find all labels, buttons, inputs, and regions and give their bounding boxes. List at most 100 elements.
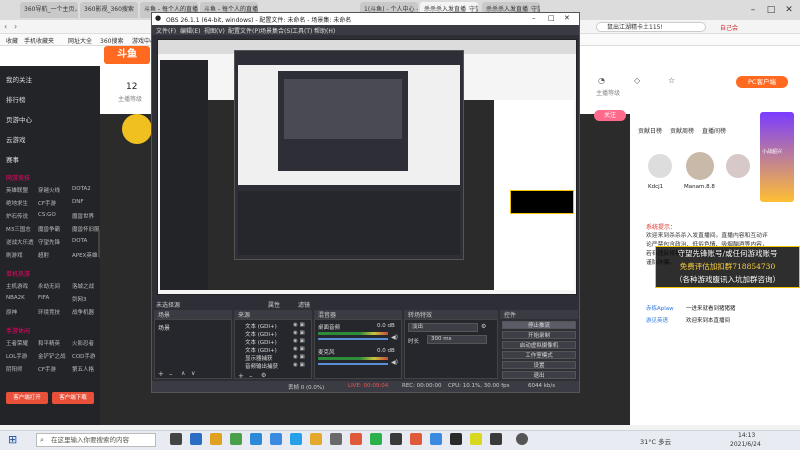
eye-icon[interactable]: ◉ ▣ [293,338,305,344]
sidebar-item-cloudgame[interactable]: 云游戏 [6,134,26,144]
gear-icon[interactable]: ⚙ [481,323,486,330]
category-link[interactable]: CF手游 [38,199,56,207]
chrome-icon[interactable] [310,433,322,445]
menu-view[interactable]: 视图(V) [204,26,225,35]
back-icon[interactable]: ‹ [4,22,7,31]
gear-icon[interactable]: ⚙ [261,372,266,379]
chat-user[interactable]: 游见英语 [646,316,668,324]
source-item[interactable]: 音频输出捕获 [245,362,278,370]
source-item[interactable]: 显示器捕获 [245,354,273,362]
category-link[interactable]: 炉石传说 [6,212,28,220]
category-link[interactable]: 主机游戏 [6,282,28,290]
category-link[interactable]: 第五人格 [72,365,94,373]
tab-week-rank[interactable]: 贡献周榜 [670,126,694,135]
category-link[interactable]: FIFA [38,295,49,301]
minimize-icon[interactable]: – [532,14,536,22]
edge-icon[interactable] [250,433,262,445]
stop-streaming-button[interactable]: 停止推流 [502,321,576,329]
settings-button[interactable]: 设置 [502,361,576,369]
weather-text[interactable]: 31°C 多云 [640,436,671,446]
app-icon[interactable] [330,433,342,445]
bookmark-item[interactable]: 手机收藏夹 [24,36,54,45]
gift-icon[interactable]: ◇ [634,76,640,85]
windows-start-icon[interactable]: ⊞ [8,433,17,446]
category-link[interactable]: DOTA2 [72,186,91,192]
category-link[interactable]: 英雄联盟 [6,186,28,194]
up-icon[interactable]: ∧ [181,370,185,377]
start-recording-button[interactable]: 开始录制 [502,331,576,339]
category-link[interactable]: DOTA [72,238,87,244]
site-logo[interactable]: 斗鱼 [104,46,150,64]
menu-profile[interactable]: 配置文件(P) [228,26,260,35]
menu-scene-collection[interactable]: 场景集合(S) [260,26,293,35]
clock-date[interactable]: 2021/6/24 [730,441,761,448]
tab-day-rank[interactable]: 贡献日榜 [638,126,662,135]
obs-icon[interactable] [516,433,528,445]
bookmark-item[interactable]: 收藏 [6,36,18,45]
category-link[interactable]: 超射 [38,251,49,259]
category-link[interactable]: COD手游 [72,352,95,360]
virtual-camera-button[interactable]: 启动虚拟摄像机 [502,341,576,349]
menu-edit[interactable]: 编辑(E) [180,26,200,35]
sidebar-item-events[interactable]: 赛事 [6,154,19,164]
category-link[interactable]: LOL手游 [6,352,27,360]
category-link[interactable]: 魔兽世界 [72,212,94,220]
avatar[interactable] [648,154,672,178]
source-item[interactable]: 文本 (GDI+) [245,346,277,354]
category-link[interactable]: 和平精英 [38,339,60,347]
app-icon[interactable] [270,433,282,445]
app-icon[interactable] [410,433,422,445]
add-icon[interactable]: + [158,370,164,378]
app-icon[interactable] [350,433,362,445]
category-link[interactable]: 绝地求生 [6,199,28,207]
category-link[interactable]: 金铲铲之战 [38,352,66,360]
filters-button[interactable]: 滤镜 [298,300,310,309]
category-link[interactable]: 王者荣耀 [6,339,28,347]
minimize-icon[interactable]: – [744,0,762,20]
chat-user[interactable]: 赤练Aplaw [646,304,674,312]
maximize-icon[interactable]: □ [762,0,780,20]
clock-icon[interactable]: ◔ [598,76,605,85]
task-view-icon[interactable] [170,433,182,445]
category-link[interactable]: CF手游 [38,365,56,373]
app-icon[interactable] [470,433,482,445]
category-link[interactable]: NBA2K [6,295,25,301]
promo-badge[interactable]: 小战超兴 [760,112,794,202]
category-link[interactable]: 洛城之战 [72,282,94,290]
close-icon[interactable]: ✕ [780,0,798,20]
menu-help[interactable]: 帮助(H) [314,26,335,35]
ie-icon[interactable] [190,433,202,445]
category-link[interactable]: 战争机器 [72,308,94,316]
app-icon[interactable] [230,433,242,445]
speaker-icon[interactable]: ◀) [391,334,398,341]
category-link[interactable]: 环境竞技 [38,308,60,316]
tab-room-rank[interactable]: 直播间榜 [702,126,726,135]
browser-tab[interactable]: 360影视_360搜索 [80,2,138,18]
app-icon[interactable] [430,433,442,445]
taskbar-search[interactable]: ⌕ 在这里输入你要搜索的内容 [36,433,156,447]
sidebar-item-rank[interactable]: 排行榜 [6,94,26,104]
pc-client-button[interactable]: PC客户端 [736,76,788,88]
category-link[interactable]: 守望先锋 [38,238,60,246]
add-icon[interactable]: + [238,372,244,380]
category-link[interactable]: M3三国志 [6,225,31,233]
app-icon[interactable] [490,433,502,445]
close-icon[interactable]: ✕ [564,14,570,22]
forward-icon[interactable]: › [14,22,17,31]
bookmark-item[interactable]: 360搜索 [100,36,123,45]
transition-select[interactable]: 淡出 [408,323,478,332]
down-icon[interactable]: ∨ [191,370,195,377]
category-link[interactable]: 剑网3 [72,295,87,303]
client-download-button[interactable]: 客户端下载 [52,392,94,404]
folder-icon[interactable] [210,433,222,445]
scene-item[interactable]: 场景 [158,323,170,332]
eye-icon[interactable]: ◉ ▣ [293,330,305,336]
maximize-icon[interactable]: □ [548,14,555,22]
speaker-icon[interactable]: ◀) [391,359,398,366]
properties-button[interactable]: 属性 [268,300,280,309]
avatar[interactable] [686,152,714,180]
category-link[interactable]: 原神 [6,308,17,316]
category-link[interactable]: 火影忍者 [72,339,94,347]
streamer-avatar[interactable] [122,114,152,144]
category-link[interactable]: 魔兽争霸 [38,225,60,233]
